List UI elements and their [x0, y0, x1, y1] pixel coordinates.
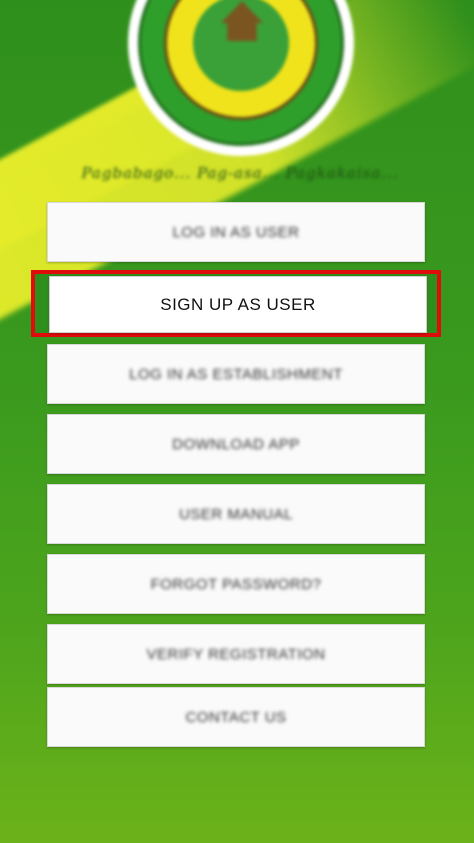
verify-registration-button[interactable]: VERIFY REGISTRATION	[47, 624, 425, 684]
button-label: FORGOT PASSWORD?	[150, 575, 322, 593]
seal-center	[193, 0, 289, 91]
download-app-button[interactable]: DOWNLOAD APP	[47, 414, 425, 474]
button-label: LOG IN AS ESTABLISHMENT	[129, 365, 343, 383]
forgot-password-button[interactable]: FORGOT PASSWORD?	[47, 554, 425, 614]
highlight-box: SIGN UP AS USER	[31, 270, 441, 337]
button-label: VERIFY REGISTRATION	[146, 645, 326, 663]
contact-us-button[interactable]: CONTACT US	[47, 687, 425, 747]
button-label: CONTACT US	[185, 708, 287, 726]
button-label: LOG IN AS USER	[172, 223, 300, 241]
hut-icon	[221, 1, 263, 41]
login-user-button[interactable]: LOG IN AS USER	[47, 202, 425, 262]
signup-user-button[interactable]: SIGN UP AS USER	[49, 276, 427, 333]
button-label: SIGN UP AS USER	[160, 294, 316, 314]
user-manual-button[interactable]: USER MANUAL	[47, 484, 425, 544]
motto-text: Pagbabago... Pag-asa... Pagkakaisa...	[81, 164, 399, 182]
button-label: USER MANUAL	[179, 505, 293, 523]
button-label: DOWNLOAD APP	[172, 435, 300, 453]
login-establishment-button[interactable]: LOG IN AS ESTABLISHMENT	[47, 344, 425, 404]
